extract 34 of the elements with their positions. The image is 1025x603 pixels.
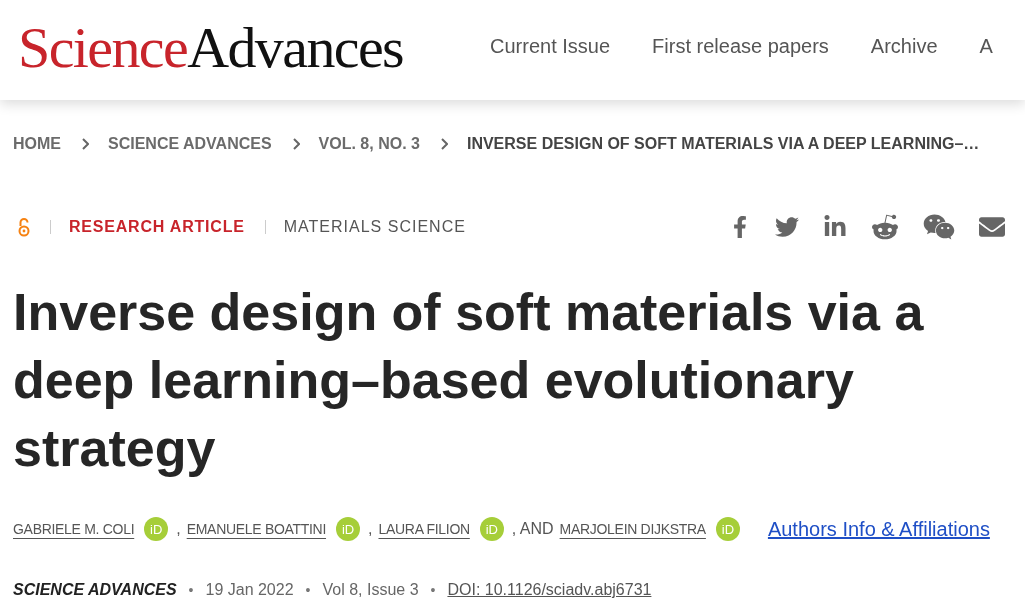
citation-text: 19 Jan 2022 bbox=[205, 581, 294, 599]
author-link[interactable]: LAURA FILION bbox=[378, 521, 470, 537]
authors-info-link[interactable]: Authors Info & Affiliations bbox=[767, 517, 990, 541]
site-logo[interactable]: ScienceAdvances bbox=[18, 19, 404, 77]
bullet-separator: • bbox=[188, 582, 194, 598]
author-link[interactable]: EMANUELE BOATTINI bbox=[186, 521, 327, 537]
breadcrumb-link[interactable]: VOL. 8, NO. 3 bbox=[318, 135, 420, 153]
nav-link[interactable]: First release papers bbox=[652, 34, 829, 58]
chevron-right-icon bbox=[82, 138, 89, 150]
subject-link[interactable]: MATERIALS SCIENCE bbox=[283, 218, 466, 236]
reddit-icon[interactable] bbox=[871, 213, 899, 241]
author-separator: , AND bbox=[511, 520, 554, 538]
doi-link[interactable]: DOI: 10.1126/sciadv.abj6731 bbox=[447, 581, 652, 599]
author-separator: , bbox=[176, 520, 181, 538]
bullet-separator: • bbox=[430, 582, 436, 598]
linkedin-icon[interactable] bbox=[823, 215, 847, 239]
journal-name: SCIENCE ADVANCES bbox=[13, 581, 177, 599]
nav-link[interactable]: A bbox=[979, 34, 993, 58]
article-type-link[interactable]: RESEARCH ARTICLE bbox=[69, 218, 245, 236]
mail-icon[interactable] bbox=[979, 214, 1005, 240]
chevron-right-icon bbox=[440, 138, 448, 150]
twitter-bird-icon[interactable] bbox=[775, 215, 799, 239]
author-link[interactable]: MARJOLEIN DIJKSTRA bbox=[559, 521, 706, 537]
nav-link[interactable]: Current Issue bbox=[490, 34, 611, 58]
author-separator: , bbox=[368, 520, 373, 538]
breadcrumb-link[interactable]: HOME bbox=[13, 135, 61, 153]
breadcrumb-link[interactable]: SCIENCE ADVANCES bbox=[108, 135, 272, 153]
bullet-separator: • bbox=[305, 582, 311, 598]
chevron-right-icon bbox=[292, 138, 300, 150]
breadcrumb-current-text: INVERSE DESIGN OF SOFT MATERIALS VIA A DEEP LEARNING–… bbox=[466, 135, 980, 153]
citation-text: Vol 8, Issue 3 bbox=[322, 581, 419, 599]
author-link[interactable]: GABRIELE M. COLI bbox=[13, 521, 135, 537]
nav-link[interactable]: Archive bbox=[870, 34, 938, 58]
article-title: Inverse design of soft materials via a deep learning–based evolutionary strategy bbox=[13, 282, 925, 479]
